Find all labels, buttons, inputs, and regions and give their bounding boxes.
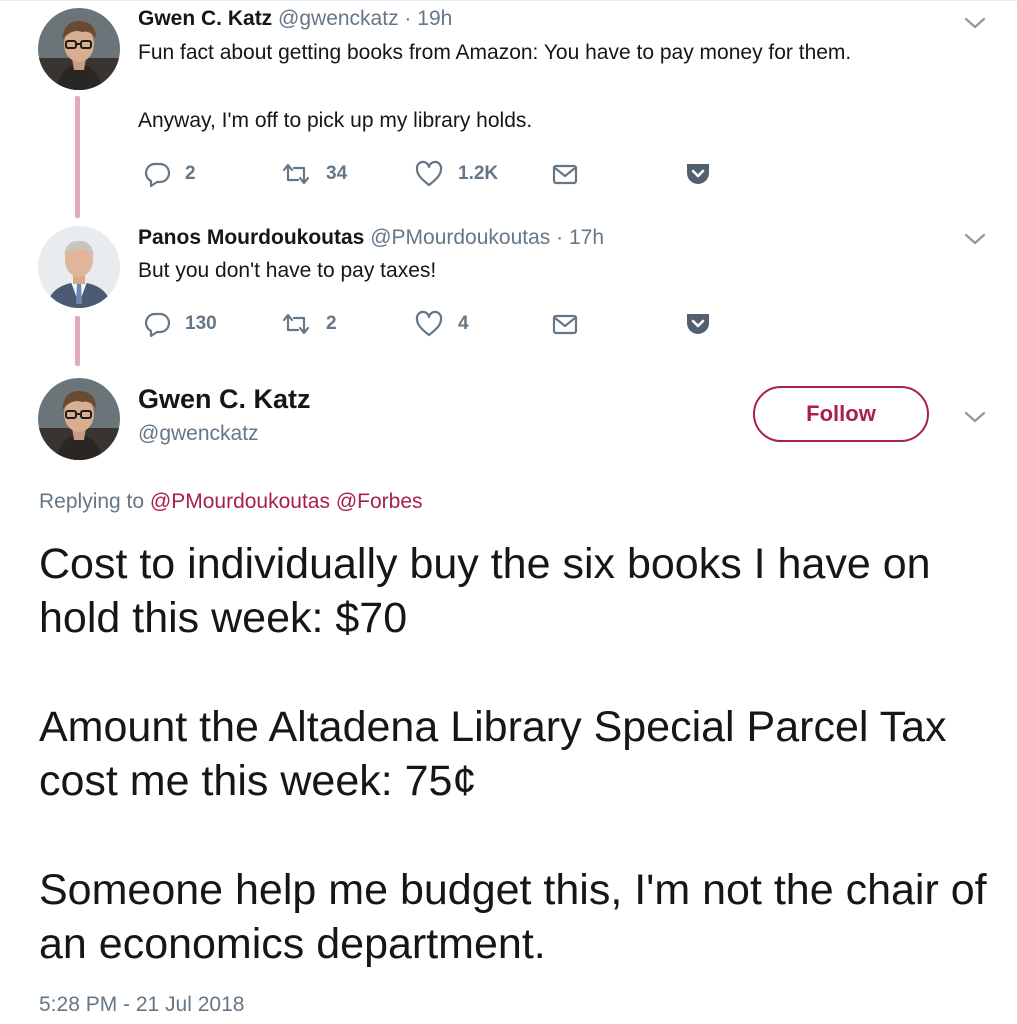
replying-to: Replying to @PMourdoukoutas @Forbes: [39, 490, 423, 514]
direct-message-button[interactable]: [551, 160, 593, 188]
retweet-button[interactable]: 34: [280, 160, 347, 188]
reply-count: 130: [185, 313, 217, 334]
like-button[interactable]: 4: [414, 310, 469, 338]
tweet-time[interactable]: 19h: [417, 7, 452, 30]
author-handle[interactable]: @gwenckatz: [278, 7, 399, 30]
author-handle[interactable]: @PMourdoukoutas: [370, 226, 550, 249]
pocket-button[interactable]: [684, 160, 726, 188]
retweet-icon: [282, 313, 310, 335]
direct-message-button[interactable]: [551, 310, 593, 338]
reply-icon: [144, 162, 171, 188]
like-count: 4: [458, 313, 469, 334]
tweet-timestamp[interactable]: 5:28 PM - 21 Jul 2018: [39, 993, 244, 1017]
avatar-gwen[interactable]: [38, 378, 120, 460]
like-button[interactable]: 1.2K: [414, 160, 498, 188]
mention-link[interactable]: @Forbes: [336, 490, 423, 513]
like-icon: [415, 160, 443, 187]
tweet-text: Fun fact about getting books from Amazon…: [138, 41, 852, 132]
like-icon: [415, 310, 443, 337]
avatar-gwen[interactable]: [38, 8, 120, 90]
reply-count: 2: [185, 163, 196, 184]
separator-dot: ·: [404, 7, 412, 30]
chevron-down-icon[interactable]: [962, 404, 988, 430]
separator-dot: ·: [556, 226, 564, 249]
author-name[interactable]: Gwen C. Katz: [138, 384, 311, 415]
avatar-panos[interactable]: [38, 226, 120, 308]
reply-button[interactable]: 130: [143, 310, 217, 338]
author-name[interactable]: Gwen C. Katz: [138, 7, 272, 30]
tweet-time[interactable]: 17h: [569, 226, 604, 249]
direct-message-icon: [552, 164, 578, 185]
retweet-button[interactable]: 2: [280, 310, 337, 338]
reply-button[interactable]: 2: [143, 160, 196, 188]
chevron-down-icon[interactable]: [962, 10, 988, 36]
mention-link[interactable]: @PMourdoukoutas: [150, 490, 330, 513]
pocket-icon: [687, 164, 709, 184]
tweet-paragraph: Cost to individually buy the six books I…: [39, 540, 931, 642]
tweet-paragraph: Someone help me budget this, I'm not the…: [39, 866, 987, 968]
retweet-count: 2: [326, 313, 337, 334]
reply-icon: [144, 312, 171, 338]
like-count: 1.2K: [458, 163, 499, 184]
retweet-icon: [282, 163, 310, 185]
tweet-header: Gwen C. Katz @gwenckatz · 19h: [138, 7, 452, 31]
tweet-text: But you don't have to pay taxes!: [138, 259, 437, 282]
thread-line: [75, 316, 80, 366]
top-divider: [0, 0, 1017, 1]
replying-prefix: Replying to: [39, 490, 145, 513]
pocket-icon: [687, 314, 709, 334]
direct-message-icon: [552, 314, 578, 335]
chevron-down-icon[interactable]: [962, 226, 988, 252]
retweet-count: 34: [326, 163, 348, 184]
author-name[interactable]: Panos Mourdoukoutas: [138, 226, 364, 249]
pocket-button[interactable]: [684, 310, 726, 338]
author-handle[interactable]: @gwenckatz: [138, 422, 259, 446]
tweet-header: Panos Mourdoukoutas @PMourdoukoutas · 17…: [138, 226, 604, 250]
thread-line: [75, 96, 80, 218]
tweet-paragraph: Amount the Altadena Library Special Parc…: [39, 703, 947, 805]
follow-button[interactable]: Follow: [753, 386, 929, 442]
